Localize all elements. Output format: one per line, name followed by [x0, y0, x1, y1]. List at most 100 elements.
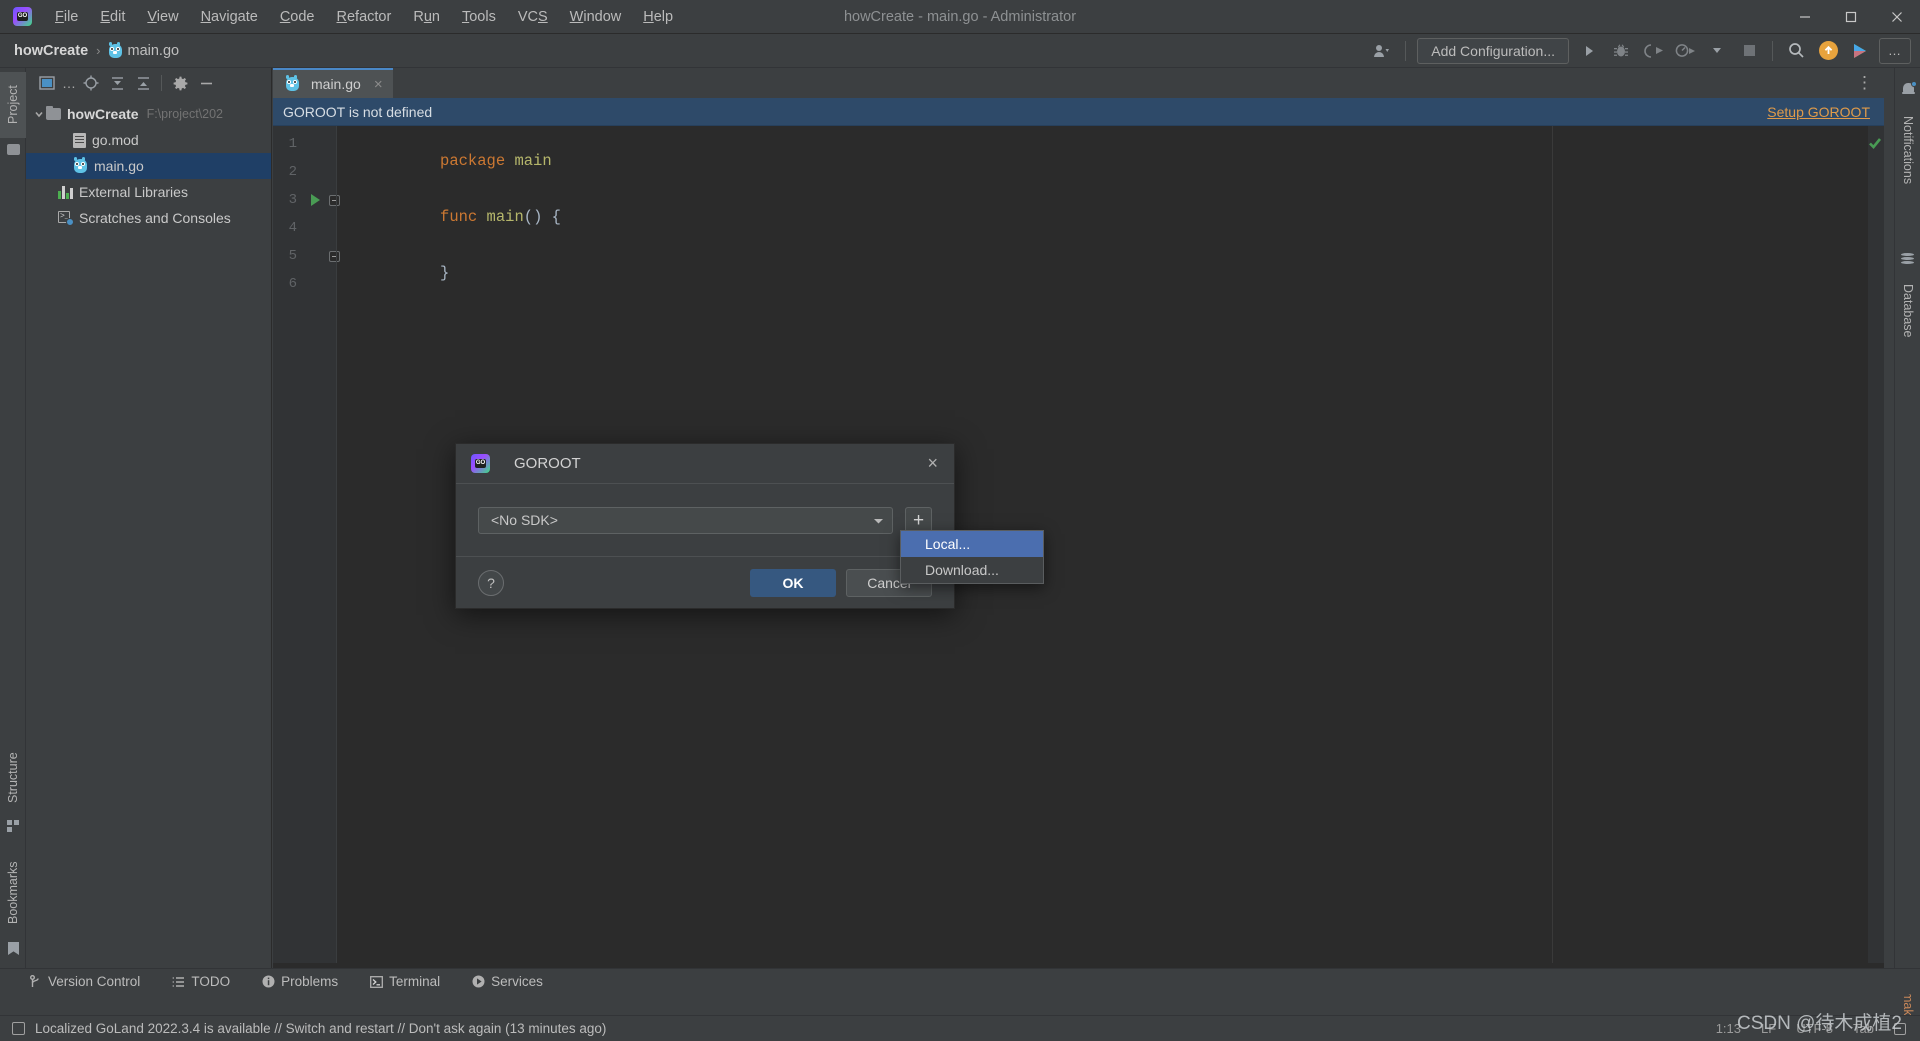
- sidebar-item-database[interactable]: Database: [1895, 274, 1920, 348]
- tree-row-project-root[interactable]: howCreate F:\project\202: [26, 101, 271, 127]
- tree-row-go-mod[interactable]: go.mod: [26, 127, 271, 153]
- locate-icon[interactable]: [78, 71, 104, 95]
- terminal-icon: [370, 975, 384, 988]
- debug-icon[interactable]: [1606, 38, 1636, 64]
- tree-row-scratches[interactable]: >_ Scratches and Consoles: [26, 205, 271, 231]
- expand-all-icon[interactable]: [104, 71, 130, 95]
- menu-edit[interactable]: Edit: [89, 6, 136, 28]
- code-line-3: func main() {: [347, 190, 561, 244]
- line-separator[interactable]: LF: [1761, 1021, 1776, 1036]
- go-mod-file-icon: [73, 132, 86, 148]
- collapse-all-icon[interactable]: [130, 71, 156, 95]
- dialog-close-icon[interactable]: ×: [921, 453, 944, 474]
- caret-position[interactable]: 1:13: [1716, 1021, 1741, 1036]
- menu-vcs[interactable]: VCS: [507, 6, 559, 28]
- indent-setting[interactable]: Tab: [1853, 1021, 1874, 1036]
- setup-goroot-link[interactable]: Setup GOROOT: [1767, 104, 1870, 120]
- menu-item-local[interactable]: Local...: [901, 531, 1043, 557]
- sidebar-item-notifications[interactable]: Notifications: [1895, 102, 1920, 198]
- menu-item-download[interactable]: Download...: [901, 557, 1043, 583]
- sidebar-item-database-label: Database: [1901, 284, 1915, 338]
- inspection-ok-icon[interactable]: [1868, 136, 1882, 155]
- tool-window-bar: Version Control TODO Problems Terminal S…: [0, 968, 1920, 994]
- line-number: 1: [288, 136, 297, 152]
- user-icon[interactable]: [1367, 38, 1397, 64]
- breadcrumb-file[interactable]: main.go: [127, 43, 179, 59]
- notification-message: GOROOT is not defined: [283, 103, 433, 120]
- gear-icon[interactable]: [167, 71, 193, 95]
- run-icon[interactable]: [1574, 38, 1604, 64]
- token-identifier: main: [486, 208, 524, 226]
- sidebar-item-project[interactable]: Project: [0, 72, 26, 138]
- line-number: 5: [288, 248, 297, 264]
- add-configuration-button[interactable]: Add Configuration...: [1417, 37, 1569, 64]
- dialog-body: <No SDK> +: [456, 484, 954, 557]
- chevron-down-icon[interactable]: [873, 512, 884, 528]
- tree-row-main-go[interactable]: main.go: [26, 153, 271, 179]
- coverage-icon[interactable]: [1638, 38, 1668, 64]
- sidebar-item-structure[interactable]: Structure: [0, 740, 26, 816]
- tool-window-services[interactable]: Services: [467, 972, 548, 991]
- menu-navigate[interactable]: Navigate: [190, 6, 269, 28]
- close-button[interactable]: [1874, 0, 1920, 34]
- menu-file[interactable]: File: [44, 6, 89, 28]
- project-tree: howCreate F:\project\202 go.mod main.go: [26, 98, 271, 231]
- status-bar: Localized GoLand 2022.3.4 is available /…: [0, 1015, 1920, 1041]
- encoding[interactable]: UTF-8: [1796, 1021, 1833, 1036]
- tree-row-external-libraries[interactable]: External Libraries: [26, 179, 271, 205]
- editor-tabs-more-icon[interactable]: ⋮: [1856, 68, 1884, 98]
- sidebar-item-bookmarks[interactable]: Bookmarks: [0, 850, 26, 936]
- editor-tab-label: main.go: [311, 76, 361, 92]
- editor-markers-gutter[interactable]: [1868, 126, 1884, 973]
- ok-button[interactable]: OK: [750, 569, 836, 597]
- profile-dropdown-icon[interactable]: [1702, 38, 1732, 64]
- editor-tabs: main.go × ⋮: [273, 68, 1884, 98]
- menu-run[interactable]: Run: [402, 6, 451, 28]
- menu-tools[interactable]: Tools: [451, 6, 507, 28]
- maximize-button[interactable]: [1828, 0, 1874, 34]
- ide-features-icon[interactable]: [1845, 38, 1875, 64]
- go-file-icon: [73, 157, 87, 174]
- libraries-icon: [58, 185, 73, 199]
- goland-ide-window: GO File Edit View Navigate Code Refactor…: [0, 0, 1920, 1041]
- search-icon[interactable]: [1781, 38, 1811, 64]
- dialog-title: GOROOT: [514, 455, 581, 472]
- database-icon: [1901, 253, 1914, 267]
- select-opened-file-icon[interactable]: [34, 71, 60, 95]
- menu-help[interactable]: Help: [632, 6, 684, 28]
- lock-icon[interactable]: [12, 1022, 25, 1035]
- tool-window-todo[interactable]: TODO: [167, 972, 235, 991]
- stop-icon[interactable]: [1734, 38, 1764, 64]
- status-lock-icon[interactable]: [1894, 1022, 1906, 1035]
- sdk-select[interactable]: <No SDK>: [478, 506, 893, 534]
- profile-icon[interactable]: [1670, 38, 1700, 64]
- hide-icon[interactable]: [193, 71, 219, 95]
- minimize-button[interactable]: [1782, 0, 1828, 34]
- toolbar-more-button[interactable]: …: [1879, 37, 1911, 64]
- close-icon[interactable]: ×: [374, 76, 383, 93]
- tool-window-problems[interactable]: Problems: [257, 972, 343, 991]
- update-icon[interactable]: [1813, 38, 1843, 64]
- help-button[interactable]: ?: [478, 570, 504, 596]
- tool-window-label: Services: [491, 974, 543, 989]
- tree-label-project: howCreate: [67, 106, 139, 122]
- editor-gutter[interactable]: 1 2 3 4 5 6: [273, 126, 340, 973]
- token-keyword: package: [440, 152, 506, 170]
- scratches-icon: >_: [58, 211, 74, 226]
- menu-window[interactable]: Window: [559, 6, 633, 28]
- status-message[interactable]: Localized GoLand 2022.3.4 is available /…: [35, 1021, 606, 1036]
- tool-window-terminal[interactable]: Terminal: [365, 972, 445, 991]
- run-gutter-icon[interactable]: [311, 194, 320, 206]
- editor-tab-main-go[interactable]: main.go ×: [273, 68, 393, 98]
- breadcrumb-project[interactable]: howCreate: [14, 43, 88, 59]
- branch-icon: [30, 974, 39, 987]
- breadcrumb-separator: ›: [96, 43, 101, 58]
- project-panel-more-icon[interactable]: …: [60, 71, 78, 95]
- breadcrumb: howCreate › main.go: [14, 41, 179, 59]
- menu-refactor[interactable]: Refactor: [326, 6, 403, 28]
- tool-window-version-control[interactable]: Version Control: [24, 972, 145, 991]
- chevron-down-icon[interactable]: [32, 109, 46, 119]
- menu-view[interactable]: View: [136, 6, 189, 28]
- line-number: 4: [288, 220, 297, 236]
- menu-code[interactable]: Code: [269, 6, 326, 28]
